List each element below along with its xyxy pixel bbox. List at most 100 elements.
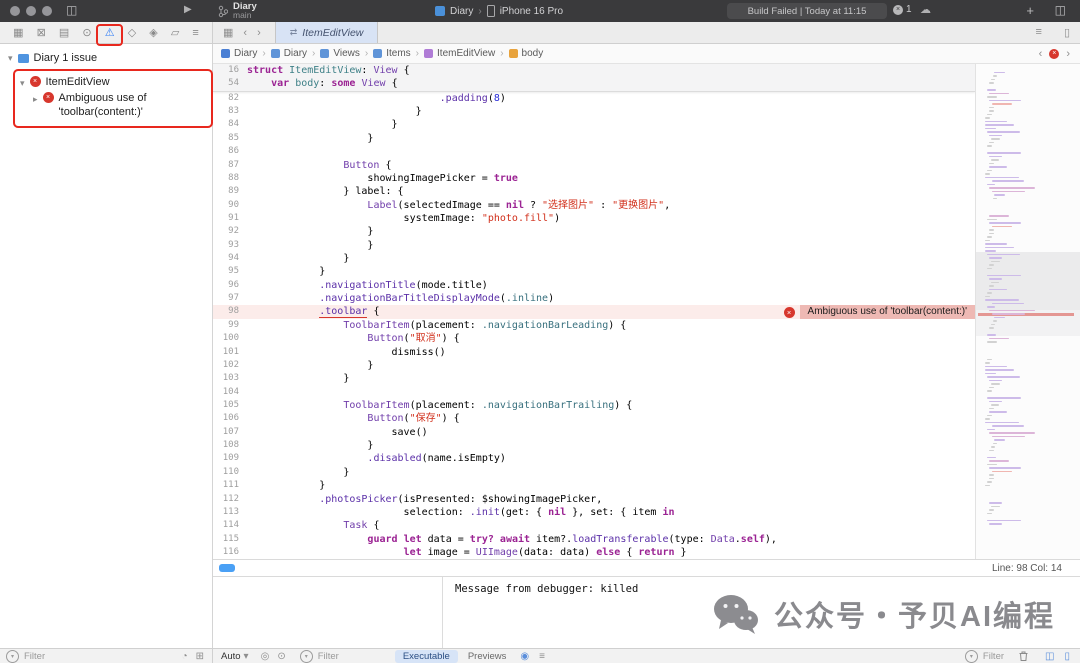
code-line-88[interactable]: 88 showingImagePicker = true (213, 172, 975, 185)
toggle-console-icon[interactable]: ▯ (1064, 651, 1070, 662)
code-line-110[interactable]: 110 } (213, 466, 975, 479)
bookmarks-navigator-icon[interactable]: ▤ (59, 26, 69, 39)
scheme-selector[interactable]: Diary main (218, 2, 257, 20)
code-line-109[interactable]: 109 .disabled(name.isEmpty) (213, 452, 975, 465)
add-button[interactable]: + (1026, 3, 1034, 18)
run-destination[interactable]: Diary › iPhone 16 Pro (435, 0, 563, 22)
forward-icon[interactable]: › (257, 27, 261, 39)
variables-filter-field[interactable]: Filter (318, 651, 339, 662)
breakpoint-navigator-icon[interactable]: ▱ (171, 26, 179, 39)
issue-count-button[interactable]: × 1 (893, 4, 912, 15)
code-line-94[interactable]: 94 } (213, 252, 975, 265)
previous-issue-icon[interactable]: ‹ (1039, 48, 1043, 60)
back-icon[interactable]: ‹ (243, 27, 247, 39)
issue-navigator-icon[interactable]: ⚠ (105, 26, 115, 39)
window-minimize-button[interactable] (26, 6, 36, 16)
code-line-84[interactable]: 84 } (213, 118, 975, 131)
test-navigator-icon[interactable]: ◇ (128, 26, 136, 39)
code-line-97[interactable]: 97 .navigationBarTitleDisplayMode(.inlin… (213, 292, 975, 305)
breadcrumb-diary[interactable]: Diary (271, 48, 307, 59)
variables-scope-selector[interactable]: Auto (221, 651, 241, 662)
code-line-86[interactable]: 86 (213, 145, 975, 158)
navigator-project-header[interactable]: ▾ Diary 1 issue (0, 52, 97, 64)
code-review-icon[interactable]: ≡ (1036, 26, 1042, 39)
recent-filter-icon[interactable]: ◔ (182, 651, 188, 662)
code-line-95[interactable]: 95 } (213, 265, 975, 278)
code-line-104[interactable]: 104 (213, 386, 975, 399)
variables-view[interactable] (213, 577, 443, 648)
toggle-navigator-icon[interactable]: ◫ (66, 3, 77, 17)
debug-chip[interactable] (219, 564, 235, 572)
activity-status[interactable]: Build Failed | Today at 11:15 (727, 3, 887, 19)
editor-layout-icon[interactable]: ◫ (1055, 3, 1066, 17)
code-line-98[interactable]: 98 .toolbar {×Ambiguous use of 'toolbar(… (213, 305, 975, 318)
code-line-85[interactable]: 85 } (213, 132, 975, 145)
code-line-54[interactable]: 54 var body: some View { (213, 77, 975, 90)
console-filter-field[interactable]: Filter (983, 651, 1004, 662)
code-line-113[interactable]: 113 selection: .init(get: { nil }, set: … (213, 506, 975, 519)
code-line-103[interactable]: 103 } (213, 372, 975, 385)
code-line-89[interactable]: 89 } label: { (213, 185, 975, 198)
source-editor[interactable]: 16struct ItemEditView: View {54 var body… (213, 64, 975, 559)
code-line-114[interactable]: 114 Task { (213, 519, 975, 532)
code-line-93[interactable]: 93 } (213, 239, 975, 252)
chevron-down-icon[interactable]: ▾ (20, 78, 25, 89)
breadcrumb-itemeditview[interactable]: ItemEditView (424, 48, 495, 59)
code-line-106[interactable]: 106 Button("保存") { (213, 412, 975, 425)
code-line-102[interactable]: 102 } (213, 359, 975, 372)
project-navigator-icon[interactable]: ▦ (13, 26, 23, 39)
code-line-107[interactable]: 107 save() (213, 426, 975, 439)
issue-indicator-icon[interactable]: × (1049, 49, 1059, 59)
source-control-navigator-icon[interactable]: ⊠ (37, 26, 46, 39)
code-line-116[interactable]: 116 let image = UIImage(data: data) else… (213, 546, 975, 559)
breadcrumb-diary[interactable]: Diary (221, 48, 257, 59)
code-line-91[interactable]: 91 systemImage: "photo.fill") (213, 212, 975, 225)
issue-file-row[interactable]: ▾ × ItemEditView (20, 75, 110, 89)
scope-filter-icon[interactable]: ⊞ (196, 651, 204, 662)
code-line-108[interactable]: 108 } (213, 439, 975, 452)
find-navigator-icon[interactable]: ⊙ (82, 26, 91, 39)
run-button[interactable]: ▶ (184, 4, 192, 15)
cloud-icon[interactable]: ☁ (920, 3, 931, 16)
code-line-90[interactable]: 90 Label(selectedImage == nil ? "选择图片" :… (213, 199, 975, 212)
next-issue-icon[interactable]: › (1066, 48, 1070, 60)
record-icon[interactable]: ◉ (520, 651, 529, 662)
code-line-83[interactable]: 83 } (213, 105, 975, 118)
report-navigator-icon[interactable]: ≡ (192, 27, 198, 39)
code-line-101[interactable]: 101 dismiss() (213, 346, 975, 359)
code-line-115[interactable]: 115 guard let data = try? await item?.lo… (213, 533, 975, 546)
code-line-16[interactable]: 16struct ItemEditView: View { (213, 64, 975, 77)
tab-itemeditview[interactable]: ⇄ ItemEditView (275, 22, 379, 43)
list-icon[interactable]: ≡ (539, 651, 545, 662)
window-zoom-button[interactable] (42, 6, 52, 16)
breadcrumb-views[interactable]: Views (320, 48, 360, 59)
related-items-icon[interactable]: ▦ (223, 26, 233, 39)
code-line-99[interactable]: 99 ToolbarItem(placement: .navigationBar… (213, 319, 975, 332)
chevron-down-icon[interactable]: ▾ (8, 53, 13, 64)
console-tab-executable[interactable]: Executable (395, 650, 458, 663)
inspector-toggle-icon[interactable]: ▯ (1064, 26, 1070, 39)
minimap[interactable] (975, 64, 1080, 559)
trash-icon[interactable] (1018, 650, 1029, 662)
window-close-button[interactable] (10, 6, 20, 16)
inline-error-badge[interactable]: ×Ambiguous use of 'toolbar(content:)' (784, 305, 975, 318)
code-line-111[interactable]: 111 } (213, 479, 975, 492)
code-line-82[interactable]: 82 .padding(8) (213, 92, 975, 105)
chevron-right-icon[interactable]: ▸ (33, 94, 38, 105)
code-line-96[interactable]: 96 .navigationTitle(mode.title) (213, 279, 975, 292)
breadcrumb-body[interactable]: body (509, 48, 544, 59)
navigator-filter-field[interactable]: Filter (24, 651, 45, 662)
toggle-variables-icon[interactable]: ◫ (1045, 651, 1054, 662)
code-line-100[interactable]: 100 Button("取消") { (213, 332, 975, 345)
info-icon[interactable]: ⊙ (277, 651, 285, 662)
code-line-87[interactable]: 87 Button { (213, 159, 975, 172)
code-line-92[interactable]: 92 } (213, 225, 975, 238)
cursor-position[interactable]: Line: 98 Col: 14 (992, 563, 1062, 574)
breadcrumb-items[interactable]: Items (373, 48, 410, 59)
issue-row[interactable]: ▸ × Ambiguous use of 'toolbar(content:)' (33, 91, 169, 119)
flag-filter-icon[interactable]: ◎ (261, 651, 270, 662)
console-tab-previews[interactable]: Previews (468, 651, 507, 662)
debug-navigator-icon[interactable]: ◈ (149, 26, 157, 39)
code-line-112[interactable]: 112 .photosPicker(isPresented: $showingI… (213, 493, 975, 506)
code-line-105[interactable]: 105 ToolbarItem(placement: .navigationBa… (213, 399, 975, 412)
